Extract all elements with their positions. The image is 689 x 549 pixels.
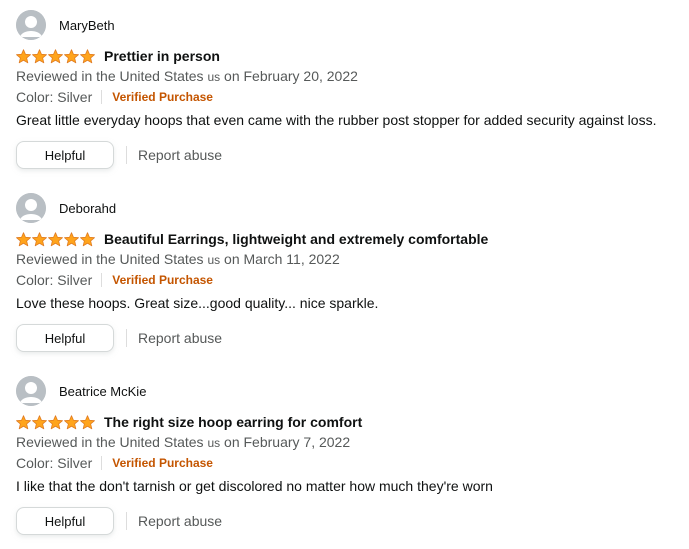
review-title-row: Beautiful Earrings, lightweight and extr… xyxy=(16,229,488,249)
review-title-row: Prettier in person xyxy=(16,46,220,66)
star-icon xyxy=(64,48,79,63)
review-meta: Color: Silver Verified Purchase xyxy=(16,454,213,472)
star-icon xyxy=(16,414,31,429)
variant-label[interactable]: Color: Silver xyxy=(16,89,92,105)
star-rating[interactable] xyxy=(16,48,95,64)
helpful-button[interactable]: Helpful xyxy=(16,507,114,535)
review-date-suffix: on February 7, 2022 xyxy=(224,434,351,450)
profile-name[interactable]: Beatrice McKie xyxy=(59,384,146,399)
divider xyxy=(126,512,127,530)
verified-purchase-badge: Verified Purchase xyxy=(112,90,213,104)
divider xyxy=(101,90,103,104)
star-icon xyxy=(48,48,63,63)
divider xyxy=(126,146,127,164)
variant-label[interactable]: Color: Silver xyxy=(16,272,92,288)
country-flag-label: us xyxy=(207,70,221,84)
review-actions: Helpful Report abuse xyxy=(16,323,222,353)
divider xyxy=(101,456,103,470)
review-title[interactable]: Prettier in person xyxy=(104,48,220,64)
country-flag-label: us xyxy=(207,436,221,450)
default-avatar-icon xyxy=(16,376,46,406)
star-rating[interactable] xyxy=(16,231,95,247)
profile[interactable]: Beatrice McKie xyxy=(16,376,146,406)
review-date-prefix: Reviewed in the United States xyxy=(16,68,204,84)
star-icon xyxy=(80,231,95,246)
star-icon xyxy=(80,48,95,63)
review-title-row: The right size hoop earring for comfort xyxy=(16,412,362,432)
review-title[interactable]: The right size hoop earring for comfort xyxy=(104,414,362,430)
report-abuse-link[interactable]: Report abuse xyxy=(138,513,222,529)
star-icon xyxy=(64,414,79,429)
divider xyxy=(126,329,127,347)
review-date-prefix: Reviewed in the United States xyxy=(16,434,204,450)
review-meta: Color: Silver Verified Purchase xyxy=(16,271,213,289)
avatar xyxy=(16,10,46,40)
review-date: Reviewed in the United States us on Marc… xyxy=(16,251,340,267)
star-icon xyxy=(48,231,63,246)
helpful-button[interactable]: Helpful xyxy=(16,324,114,352)
avatar xyxy=(16,376,46,406)
review-date-suffix: on February 20, 2022 xyxy=(224,68,358,84)
star-icon xyxy=(64,231,79,246)
variant-label[interactable]: Color: Silver xyxy=(16,455,92,471)
review-date-prefix: Reviewed in the United States xyxy=(16,251,204,267)
star-icon xyxy=(48,414,63,429)
star-icon xyxy=(16,48,31,63)
country-flag-label: us xyxy=(207,253,221,267)
review-date: Reviewed in the United States us on Febr… xyxy=(16,68,358,84)
verified-purchase-badge: Verified Purchase xyxy=(112,273,213,287)
default-avatar-icon xyxy=(16,10,46,40)
profile-name[interactable]: Deborahd xyxy=(59,201,116,216)
report-abuse-link[interactable]: Report abuse xyxy=(138,330,222,346)
avatar xyxy=(16,193,46,223)
star-icon xyxy=(32,414,47,429)
review-date-suffix: on March 11, 2022 xyxy=(224,251,340,267)
helpful-button[interactable]: Helpful xyxy=(16,141,114,169)
verified-purchase-badge: Verified Purchase xyxy=(112,456,213,470)
review-date: Reviewed in the United States us on Febr… xyxy=(16,434,350,450)
profile[interactable]: Deborahd xyxy=(16,193,116,223)
review-body: I like that the don't tarnish or get dis… xyxy=(16,478,493,494)
review-body: Great little everyday hoops that even ca… xyxy=(16,112,657,128)
review-list: MaryBeth Prettier in person Reviewed in … xyxy=(0,0,689,549)
review-body: Love these hoops. Great size...good qual… xyxy=(16,295,379,311)
review-actions: Helpful Report abuse xyxy=(16,506,222,536)
review-title[interactable]: Beautiful Earrings, lightweight and extr… xyxy=(104,231,488,247)
report-abuse-link[interactable]: Report abuse xyxy=(138,147,222,163)
default-avatar-icon xyxy=(16,193,46,223)
star-icon xyxy=(32,231,47,246)
star-icon xyxy=(32,48,47,63)
star-icon xyxy=(16,231,31,246)
profile-name[interactable]: MaryBeth xyxy=(59,18,115,33)
divider xyxy=(101,273,103,287)
star-icon xyxy=(80,414,95,429)
profile[interactable]: MaryBeth xyxy=(16,10,115,40)
star-rating[interactable] xyxy=(16,414,95,430)
review-meta: Color: Silver Verified Purchase xyxy=(16,88,213,106)
review-actions: Helpful Report abuse xyxy=(16,140,222,170)
